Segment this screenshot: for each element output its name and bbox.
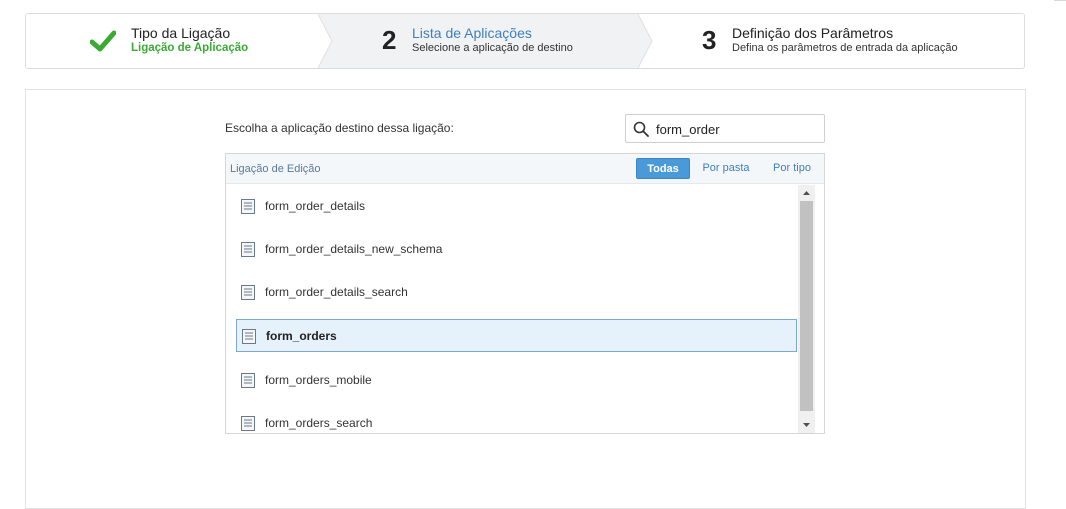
scroll-up-arrow-icon[interactable] xyxy=(798,185,815,201)
list-header: Ligação de Edição Todas Por pasta Por ti… xyxy=(226,154,824,184)
step-separator-arrow xyxy=(638,14,656,68)
step-title: Tipo da Ligação xyxy=(131,25,231,41)
form-document-icon xyxy=(241,285,255,300)
search-icon xyxy=(633,121,649,137)
step-subtitle: Defina os parâmetros de entrada da aplic… xyxy=(732,42,958,54)
filter-todas-button[interactable]: Todas xyxy=(636,158,690,179)
step-number: 2 xyxy=(382,25,397,55)
search-field[interactable] xyxy=(625,114,825,143)
form-document-icon xyxy=(241,416,255,431)
list-item-selected[interactable]: form_orders xyxy=(236,319,797,352)
list-item-label: form_order_details_search xyxy=(265,285,408,299)
scrollbar-thumb[interactable] xyxy=(800,201,813,411)
main-panel: Escolha a aplicação destino dessa ligaçã… xyxy=(25,89,1026,509)
list-item[interactable]: form_orders_mobile xyxy=(236,364,797,397)
application-list: Ligação de Edição Todas Por pasta Por ti… xyxy=(225,153,825,434)
check-icon xyxy=(90,30,116,52)
step-subtitle: Selecione a aplicação de destino xyxy=(412,42,573,54)
list-item[interactable]: form_order_details_new_schema xyxy=(236,233,797,266)
top-edge-line xyxy=(1054,0,1066,1)
step-number: 3 xyxy=(702,25,717,55)
list-item[interactable]: form_order_details xyxy=(236,190,797,223)
filter-por-tipo-button[interactable]: Por tipo xyxy=(768,158,816,179)
filter-por-pasta-button[interactable]: Por pasta xyxy=(698,158,754,179)
list-header-title: Ligação de Edição xyxy=(230,163,321,175)
step-definicao-parametros[interactable]: 3 Definição dos Parâmetros Defina os par… xyxy=(638,14,1024,68)
list-item[interactable]: form_orders_search xyxy=(236,407,797,433)
wizard-stepper: Tipo da Ligação Ligação de Aplicação 2 L… xyxy=(25,13,1025,69)
list-item-label: form_orders_search xyxy=(265,416,373,430)
destination-prompt-label: Escolha a aplicação destino dessa ligaçã… xyxy=(225,121,454,135)
list-scrollbar[interactable] xyxy=(798,185,815,433)
scroll-down-arrow-icon[interactable] xyxy=(798,417,815,433)
form-document-icon xyxy=(241,242,255,257)
step-separator-arrow xyxy=(318,14,336,68)
list-item[interactable]: form_order_details_search xyxy=(236,276,797,309)
list-item-label: form_order_details_new_schema xyxy=(265,242,443,256)
form-document-icon xyxy=(241,199,255,214)
form-document-icon xyxy=(241,373,255,388)
step-title: Definição dos Parâmetros xyxy=(732,25,894,41)
list-item-label: form_order_details xyxy=(265,199,366,213)
list-item-label: form_orders_mobile xyxy=(265,373,372,387)
list-items: form_order_details form_order_details_ne… xyxy=(226,185,798,433)
step-lista-aplicacoes[interactable]: 2 Lista de Aplicações Selecione a aplica… xyxy=(318,14,638,68)
form-document-icon xyxy=(242,329,256,344)
step-tipo-ligacao[interactable]: Tipo da Ligação Ligação de Aplicação xyxy=(26,14,318,68)
step-title: Lista de Aplicações xyxy=(412,25,532,41)
list-item-label: form_orders xyxy=(266,329,337,343)
search-input[interactable] xyxy=(656,120,816,138)
step-subtitle: Ligação de Aplicação xyxy=(131,42,249,54)
